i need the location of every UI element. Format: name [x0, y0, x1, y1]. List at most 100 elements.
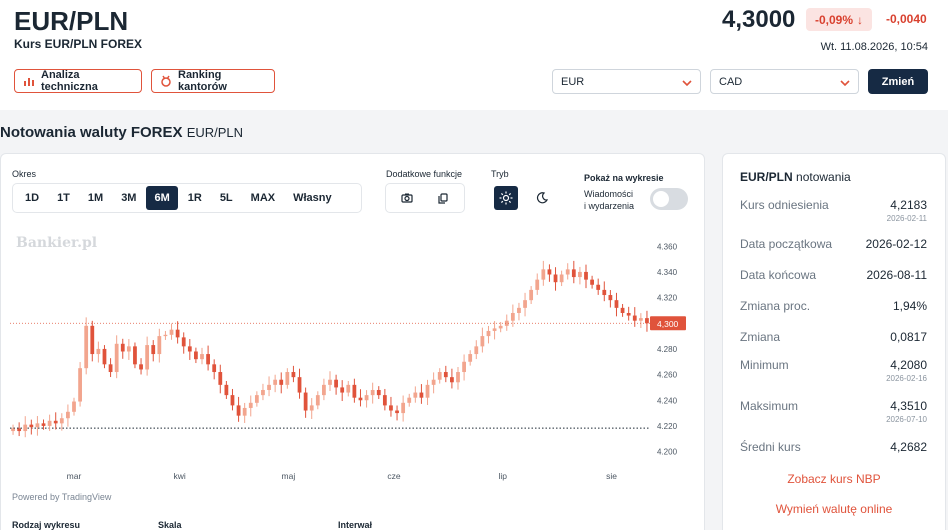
candle-body — [84, 325, 89, 369]
sun-icon[interactable] — [494, 186, 518, 210]
change-currency-button[interactable]: Zmień — [868, 69, 928, 94]
candle-body — [11, 428, 15, 432]
candle-body — [322, 384, 326, 396]
exchange-ranking-button[interactable]: Ranking kantorów — [151, 69, 275, 93]
candle-body — [114, 343, 119, 373]
candle-body — [126, 346, 131, 352]
y-tick-label: 4.280 — [657, 345, 678, 354]
arrow-down-icon: ↓ — [857, 12, 864, 27]
candle-body — [389, 405, 393, 411]
stat-label: Maksimum — [740, 399, 799, 413]
candle-body — [517, 307, 521, 313]
current-price-tag-label: 4,300 — [657, 319, 679, 329]
stat-value: 4,2183 — [890, 198, 927, 212]
candle-body — [395, 410, 399, 414]
chevron-down-icon — [682, 75, 692, 89]
stat-value: 2026-02-12 — [865, 237, 927, 251]
candle-body — [382, 395, 387, 406]
candle-body — [370, 389, 375, 396]
candle-body — [218, 372, 223, 385]
stat-value: 4,2080 — [890, 358, 927, 372]
candlestick-chart[interactable]: Bankier.pl4.3604.3404.3204.3004.2804.260… — [0, 226, 700, 488]
candle-body — [291, 372, 296, 378]
stat-label: Minimum — [740, 358, 789, 372]
nbp-rate-link[interactable]: Zobacz kurs NBP — [722, 472, 946, 486]
camera-icon[interactable] — [397, 186, 417, 210]
candle-body — [578, 271, 582, 278]
candle-body — [145, 345, 150, 370]
candle-body — [230, 395, 235, 406]
candle-body — [584, 271, 588, 280]
candle-body — [358, 397, 363, 401]
section-title: Notowania waluty FOREX EUR/PLN — [0, 124, 243, 141]
copy-icon[interactable] — [433, 186, 453, 210]
currency-to-select[interactable]: CAD — [710, 69, 859, 94]
candle-body — [364, 395, 369, 401]
events-toggle[interactable] — [650, 188, 688, 210]
candle-body — [480, 336, 485, 347]
stat-value: 0,0817 — [890, 330, 927, 344]
exchange-online-link[interactable]: Wymień walutę online — [722, 502, 946, 516]
candle-body — [450, 377, 454, 383]
period-button-5l[interactable]: 5L — [212, 186, 241, 210]
current-price: 4,3000 — [722, 6, 796, 33]
candle-body — [376, 389, 381, 396]
candle-body — [608, 295, 613, 301]
candle-body — [596, 284, 601, 290]
candle-body — [315, 395, 320, 406]
stat-label: Zmiana — [740, 330, 781, 344]
period-button-1t[interactable]: 1T — [49, 186, 78, 210]
candle-body — [529, 289, 534, 301]
period-button-6m[interactable]: 6M — [146, 186, 178, 210]
candle-body — [510, 312, 515, 321]
candle-body — [303, 392, 308, 411]
candle-body — [120, 343, 125, 352]
candle-body — [474, 346, 479, 355]
change-percent-badge: -0,09% ↓ — [806, 8, 872, 31]
period-button-3m[interactable]: 3M — [113, 186, 144, 210]
candle-body — [541, 269, 546, 280]
candle-body — [163, 334, 168, 337]
scale-label: Skala — [158, 520, 182, 530]
candle-body — [133, 346, 137, 365]
candle-body — [462, 361, 466, 373]
exchange-ranking-label: Ranking kantorów — [178, 69, 227, 93]
stats-title: EUR/PLN notowania — [740, 170, 851, 184]
candle-body — [139, 364, 143, 370]
period-button-1r[interactable]: 1R — [180, 186, 210, 210]
candle-body — [456, 372, 460, 383]
candle-body — [17, 428, 22, 432]
candle-body — [632, 315, 637, 321]
candle-body — [523, 300, 527, 308]
candle-body — [535, 279, 540, 290]
mode-group — [490, 183, 562, 213]
candle-body — [401, 402, 406, 414]
candle-body — [334, 379, 338, 388]
candle-body — [285, 372, 290, 385]
events-label-line2: i wydarzenia — [584, 201, 635, 211]
y-tick-label: 4.200 — [657, 448, 678, 457]
medal-icon — [160, 75, 172, 87]
currency-from-value: EUR — [561, 75, 585, 88]
x-tick-label: cze — [387, 471, 401, 481]
bar-chart-icon — [23, 76, 35, 87]
candle-body — [590, 279, 594, 285]
period-button-własny[interactable]: Własny — [285, 186, 340, 210]
technical-analysis-button[interactable]: Analiza techniczna — [14, 69, 142, 93]
candle-body — [212, 364, 217, 373]
candle-body — [96, 348, 101, 355]
period-selector: 1D 1T 1M 3M 6M 1R 5L MAX Własny — [12, 183, 362, 213]
period-button-max[interactable]: MAX — [243, 186, 283, 210]
currency-from-select[interactable]: EUR — [552, 69, 701, 94]
moon-icon[interactable] — [530, 186, 554, 210]
mode-label: Tryb — [491, 169, 509, 179]
candle-body — [352, 384, 357, 398]
stat-date: 2026-07-10 — [886, 415, 927, 424]
candle-body — [346, 384, 351, 393]
events-label: Wiadomości i wydarzenia — [584, 188, 634, 212]
stat-label: Średni kurs — [740, 440, 801, 454]
period-button-1m[interactable]: 1M — [80, 186, 111, 210]
candle-body — [261, 389, 265, 396]
period-button-1d[interactable]: 1D — [17, 186, 47, 210]
candle-body — [248, 402, 253, 408]
